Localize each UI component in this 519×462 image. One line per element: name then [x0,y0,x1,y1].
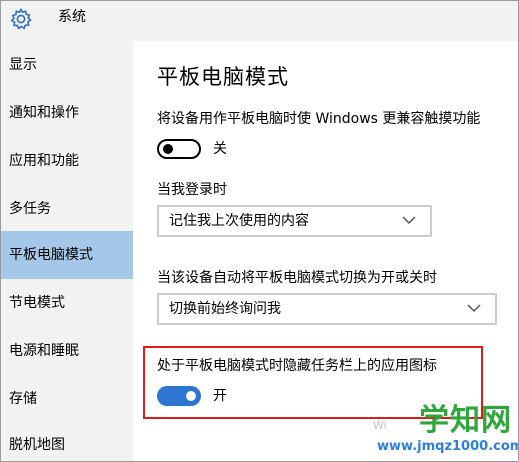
touch-mode-toggle[interactable] [157,139,201,159]
sidebar-item-display[interactable]: 显示 [1,41,133,89]
login-behavior-value: 记住我上次使用的内容 [169,213,309,229]
sidebar: 显示 通知和操作 应用和功能 多任务 平板电脑模式 节电模式 电源和睡眠 存储 … [1,1,133,461]
sidebar-item-offline-maps[interactable]: 脱机地图 [1,421,133,461]
sidebar-item-notifications[interactable]: 通知和操作 [1,89,133,137]
title-bar: 系统 [1,1,518,41]
sidebar-item-power-sleep[interactable]: 电源和睡眠 [1,327,133,375]
switch-behavior-value: 切换前始终询问我 [169,301,281,317]
touch-mode-state: 关 [213,141,227,157]
login-behavior-dropdown[interactable]: 记住我上次使用的内容 [157,205,432,237]
chevron-down-icon [467,304,481,313]
sidebar-item-multitasking[interactable]: 多任务 [1,185,133,233]
watermark-url: www.jmqz1000.com [377,439,519,454]
touch-setting-label: 将设备用作平板电脑时使 Windows 更兼容触摸功能 [157,111,481,127]
switch-behavior-dropdown[interactable]: 切换前始终询问我 [157,293,497,325]
sidebar-item-tablet-mode[interactable]: 平板电脑模式 [1,231,133,279]
settings-window: 显示 通知和操作 应用和功能 多任务 平板电脑模式 节电模式 电源和睡眠 存储 … [0,0,519,462]
sidebar-item-apps[interactable]: 应用和功能 [1,137,133,185]
gear-icon [10,7,32,30]
watermark-main: 学知网 [419,403,512,438]
page-title: 平板电脑模式 [157,65,289,89]
watermark-logo: 学知网 www.jmqz1000.com [377,403,519,459]
switch-setting-label: 当该设备自动将平板电脑模式切换为开或关时 [157,270,437,286]
login-setting-label: 当我登录时 [157,182,227,198]
chevron-down-icon [402,216,416,225]
sidebar-item-storage[interactable]: 存储 [1,375,133,423]
sidebar-item-battery-saver[interactable]: 节电模式 [1,279,133,327]
toggle-knob [163,144,173,154]
app-title: 系统 [58,9,86,25]
